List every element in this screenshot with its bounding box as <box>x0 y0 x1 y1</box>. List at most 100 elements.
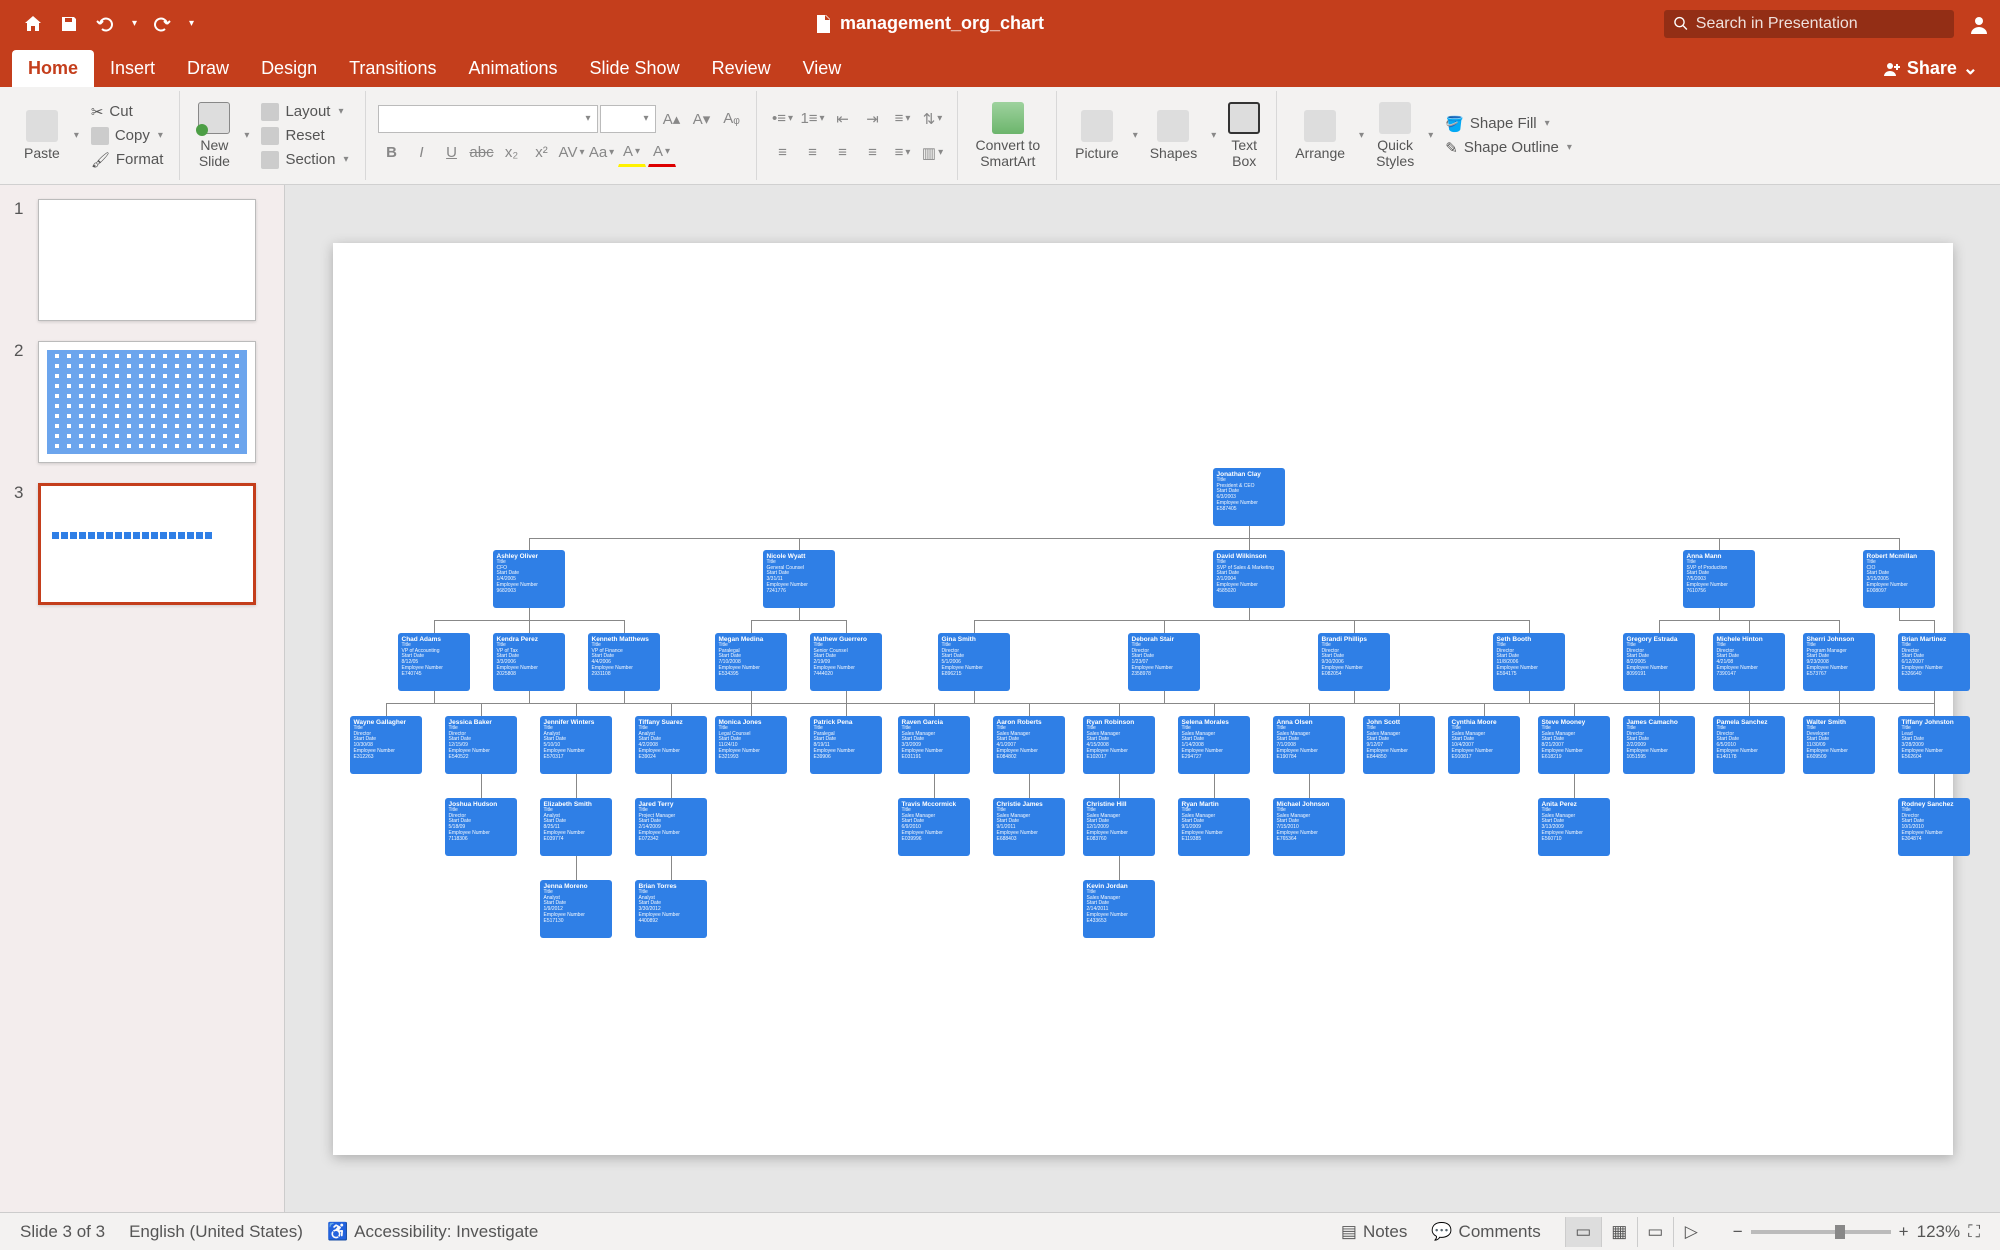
numbering-button[interactable]: 1≡▾ <box>799 105 827 133</box>
notes-button[interactable]: ▤Notes <box>1341 1222 1407 1242</box>
slide-counter[interactable]: Slide 3 of 3 <box>20 1222 105 1242</box>
org-node[interactable]: Jennifer WintersTitleAnalystStart Date5/… <box>540 716 612 774</box>
text-direction-button[interactable]: ⇅▾ <box>919 105 947 133</box>
new-slide-more-icon[interactable]: ▾ <box>244 130 249 141</box>
org-node[interactable]: Jonathan ClayTitlePresident & CEOStart D… <box>1213 468 1285 526</box>
org-node[interactable]: Aaron RobertsTitleSales ManagerStart Dat… <box>993 716 1065 774</box>
org-node[interactable]: Brandi PhillipsTitleDirectorStart Date9/… <box>1318 633 1390 691</box>
zoom-out-button[interactable]: − <box>1733 1222 1743 1242</box>
align-text-button[interactable]: ≡▾ <box>889 139 917 167</box>
org-node[interactable]: Christine HillTitleSales ManagerStart Da… <box>1083 798 1155 856</box>
org-node[interactable]: Jenna MorenoTitleAnalystStart Date1/9/20… <box>540 880 612 938</box>
thumb-preview-2[interactable] <box>38 341 256 463</box>
shapes-more[interactable]: ▾ <box>1211 130 1216 141</box>
picture-more[interactable]: ▾ <box>1133 130 1138 141</box>
shape-outline-button[interactable]: ✎Shape Outline▾ <box>1439 137 1578 159</box>
org-node[interactable]: Mathew GuerreroTitleSenior CounselStart … <box>810 633 882 691</box>
clear-format-button[interactable]: Aᵩ <box>718 105 746 133</box>
org-node[interactable]: Tiffany SuarezTitleAnalystStart Date4/2/… <box>635 716 707 774</box>
justify-button[interactable]: ≡ <box>859 139 887 167</box>
org-node[interactable]: Monica JonesTitleLegal CounselStart Date… <box>715 716 787 774</box>
language-indicator[interactable]: English (United States) <box>129 1222 303 1242</box>
org-node[interactable]: Brian MartinezTitleDirectorStart Date6/1… <box>1898 633 1970 691</box>
redo-icon[interactable] <box>151 13 173 35</box>
thumb-preview-3[interactable] <box>38 483 256 605</box>
tab-design[interactable]: Design <box>245 50 333 87</box>
picture-button[interactable]: Picture <box>1069 106 1125 165</box>
tab-transitions[interactable]: Transitions <box>333 50 452 87</box>
paste-more-icon[interactable]: ▾ <box>74 130 79 141</box>
org-node[interactable]: Chad AdamsTitleVP of AccountingStart Dat… <box>398 633 470 691</box>
arrange-more[interactable]: ▾ <box>1359 130 1364 141</box>
org-node[interactable]: Kevin JordanTitleSales ManagerStart Date… <box>1083 880 1155 938</box>
shapes-button[interactable]: Shapes <box>1144 106 1203 165</box>
bold-button[interactable]: B <box>378 139 406 167</box>
accessibility-button[interactable]: ♿Accessibility: Investigate <box>327 1222 538 1242</box>
sorter-view-button[interactable]: ▦ <box>1601 1217 1637 1247</box>
org-node[interactable]: Elizabeth SmithTitleAnalystStart Date8/2… <box>540 798 612 856</box>
org-node[interactable]: Pamela SanchezTitleDirectorStart Date6/5… <box>1713 716 1785 774</box>
org-node[interactable]: Gina SmithTitleDirectorStart Date5/1/200… <box>938 633 1010 691</box>
org-node[interactable]: Christie JamesTitleSales ManagerStart Da… <box>993 798 1065 856</box>
org-node[interactable]: James CamachoTitleDirectorStart Date2/2/… <box>1623 716 1695 774</box>
org-node[interactable]: John ScottTitleSales ManagerStart Date9/… <box>1363 716 1435 774</box>
thumbnail-2[interactable]: 2 <box>14 341 270 463</box>
home-icon[interactable] <box>22 13 44 35</box>
grow-font-button[interactable]: A▴ <box>658 105 686 133</box>
format-painter-button[interactable]: 🖌Format <box>85 149 170 171</box>
org-node[interactable]: Tiffany JohnstonTitleLeadStart Date3/28/… <box>1898 716 1970 774</box>
decrease-indent-button[interactable]: ⇤ <box>829 105 857 133</box>
account-icon[interactable] <box>1968 13 1990 35</box>
bullets-button[interactable]: •≡▾ <box>769 105 797 133</box>
paste-button[interactable]: Paste <box>18 106 66 165</box>
org-node[interactable]: Nicole WyattTitleGeneral CounselStart Da… <box>763 550 835 608</box>
org-node[interactable]: Michele HintonTitleDirectorStart Date4/2… <box>1713 633 1785 691</box>
org-node[interactable]: Anna OlsenTitleSales ManagerStart Date7/… <box>1273 716 1345 774</box>
normal-view-button[interactable]: ▭ <box>1565 1217 1601 1247</box>
slideshow-view-button[interactable]: ▷ <box>1673 1217 1709 1247</box>
org-node[interactable]: Seth BoothTitleDirectorStart Date11/8/20… <box>1493 633 1565 691</box>
org-node[interactable]: Kenneth MatthewsTitleVP of FinanceStart … <box>588 633 660 691</box>
convert-smartart-button[interactable]: Convert to SmartArt <box>970 98 1047 173</box>
org-node[interactable]: Cynthia MooreTitleSales ManagerStart Dat… <box>1448 716 1520 774</box>
search-box[interactable] <box>1664 10 1954 38</box>
undo-icon[interactable] <box>94 13 116 35</box>
org-node[interactable]: Megan MedinaTitleParalegalStart Date7/10… <box>715 633 787 691</box>
cut-button[interactable]: ✂Cut <box>85 101 170 123</box>
textbox-button[interactable]: Text Box <box>1222 98 1266 173</box>
slide[interactable]: Jonathan ClayTitlePresident & CEOStart D… <box>333 243 1953 1155</box>
search-input[interactable] <box>1696 15 1944 33</box>
tab-slideshow[interactable]: Slide Show <box>574 50 696 87</box>
italic-button[interactable]: I <box>408 139 436 167</box>
copy-button[interactable]: Copy▾ <box>85 125 170 147</box>
org-node[interactable]: Ryan MartinTitleSales ManagerStart Date9… <box>1178 798 1250 856</box>
highlight-button[interactable]: A▾ <box>618 139 646 167</box>
org-node[interactable]: Deborah StairTitleDirectorStart Date1/23… <box>1128 633 1200 691</box>
org-node[interactable]: Jessica BakerTitleDirectorStart Date12/1… <box>445 716 517 774</box>
tab-insert[interactable]: Insert <box>94 50 171 87</box>
zoom-percent[interactable]: 123% <box>1917 1222 1960 1242</box>
strike-button[interactable]: abc <box>468 139 496 167</box>
org-node[interactable]: Wayne GallagherTitleDirectorStart Date10… <box>350 716 422 774</box>
font-color-button[interactable]: A▾ <box>648 139 676 167</box>
change-case-button[interactable]: Aa▾ <box>588 139 616 167</box>
org-node[interactable]: Michael JohnsonTitleSales ManagerStart D… <box>1273 798 1345 856</box>
increase-indent-button[interactable]: ⇥ <box>859 105 887 133</box>
save-icon[interactable] <box>58 13 80 35</box>
org-node[interactable]: Joshua HudsonTitleDirectorStart Date5/18… <box>445 798 517 856</box>
zoom-slider[interactable] <box>1751 1230 1891 1234</box>
org-node[interactable]: Jared TerryTitleProject ManagerStart Dat… <box>635 798 707 856</box>
reset-button[interactable]: Reset <box>255 125 354 147</box>
align-center-button[interactable]: ≡ <box>799 139 827 167</box>
org-node[interactable]: Gregory EstradaTitleDirectorStart Date8/… <box>1623 633 1695 691</box>
thumb-preview-1[interactable] <box>38 199 256 321</box>
shape-fill-button[interactable]: 🪣Shape Fill▾ <box>1439 113 1578 135</box>
reading-view-button[interactable]: ▭ <box>1637 1217 1673 1247</box>
thumbnail-1[interactable]: 1 <box>14 199 270 321</box>
org-node[interactable]: Raven GarciaTitleSales ManagerStart Date… <box>898 716 970 774</box>
align-left-button[interactable]: ≡ <box>769 139 797 167</box>
subscript-button[interactable]: x₂ <box>498 139 526 167</box>
org-node[interactable]: Robert McmillanTitleCIOStart Date3/15/20… <box>1863 550 1935 608</box>
org-node[interactable]: Rodney SanchezTitleDirectorStart Date10/… <box>1898 798 1970 856</box>
org-node[interactable]: Anita PerezTitleSales ManagerStart Date3… <box>1538 798 1610 856</box>
